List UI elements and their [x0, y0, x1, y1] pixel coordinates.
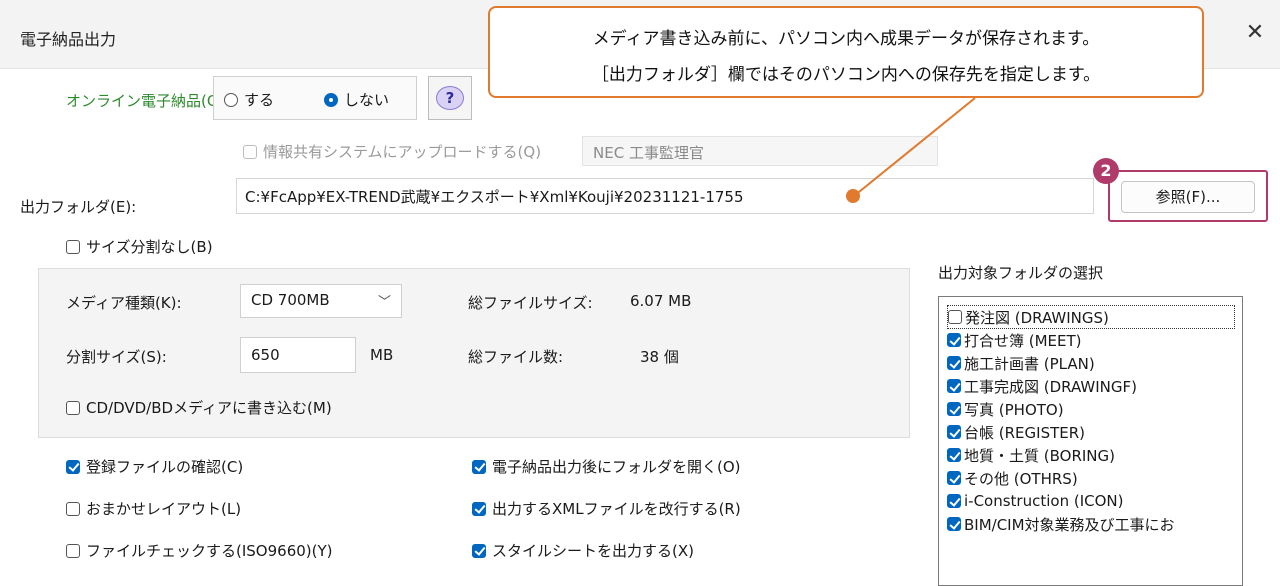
folder-item-photo-checkbox[interactable]: [947, 402, 961, 416]
option-stylesheet-label: スタイルシートを出力する(X): [492, 542, 694, 560]
folder-item-bimcim[interactable]: BIM/CIM対象業務及び工事にお: [947, 513, 1175, 535]
folder-select-label: 出力対象フォルダの選択: [938, 264, 1104, 282]
option-xml-newline[interactable]: 出力するXMLファイルを改行する(R): [472, 498, 741, 519]
no-size-split-checkbox[interactable]: [66, 239, 80, 254]
write-media-option[interactable]: CD/DVD/BDメディアに書き込む(M): [66, 397, 332, 418]
chevron-down-icon: ﹀: [377, 295, 391, 310]
write-media-checkbox[interactable]: [66, 400, 80, 415]
folder-item-meet-label: 打合せ簿 (MEET): [964, 331, 1082, 350]
option-stylesheet-checkbox[interactable]: [472, 543, 486, 558]
folder-item-register[interactable]: 台帳 (REGISTER): [947, 421, 1085, 443]
folder-item-boring-checkbox[interactable]: [947, 448, 961, 462]
split-size-label: 分割サイズ(S):: [66, 348, 167, 366]
total-size-label: 総ファイルサイズ:: [468, 294, 593, 312]
folder-item-icon[interactable]: i-Construction (ICON): [947, 490, 1124, 512]
folder-item-plan-label: 施工計画書 (PLAN): [964, 354, 1095, 373]
folder-select-list[interactable]: 発注図 (DRAWINGS) 打合せ簿 (MEET) 施工計画書 (PLAN) …: [938, 296, 1243, 586]
folder-item-plan-checkbox[interactable]: [947, 356, 961, 370]
folder-item-photo[interactable]: 写真 (PHOTO): [947, 398, 1064, 420]
folder-item-boring-label: 地質・土質 (BORING): [964, 446, 1115, 465]
folder-item-photo-label: 写真 (PHOTO): [964, 400, 1064, 419]
folder-item-othrs[interactable]: その他 (OTHRS): [947, 467, 1078, 489]
total-size-value: 6.07 MB: [630, 292, 692, 310]
folder-item-boring[interactable]: 地質・土質 (BORING): [947, 444, 1115, 466]
folder-item-bimcim-checkbox[interactable]: [947, 517, 961, 531]
media-type-label: メディア種類(K):: [66, 294, 182, 312]
folder-item-othrs-checkbox[interactable]: [947, 471, 961, 485]
option-register-check-label: 登録ファイルの確認(C): [86, 458, 244, 476]
folder-item-meet-checkbox[interactable]: [947, 333, 961, 347]
folder-item-othrs-label: その他 (OTHRS): [964, 469, 1078, 488]
option-open-folder-label: 電子納品出力後にフォルダを開く(O): [492, 458, 741, 476]
option-open-folder[interactable]: 電子納品出力後にフォルダを開く(O): [472, 456, 741, 477]
media-type-value: CD 700MB: [251, 291, 330, 309]
split-size-input[interactable]: 650: [240, 337, 356, 373]
write-media-label: CD/DVD/BDメディアに書き込む(M): [86, 399, 332, 417]
split-size-unit: MB: [370, 346, 394, 364]
option-iso9660-label: ファイルチェックする(ISO9660)(Y): [86, 542, 333, 560]
option-auto-layout[interactable]: おまかせレイアウト(L): [66, 498, 241, 519]
folder-item-plan[interactable]: 施工計画書 (PLAN): [947, 352, 1095, 374]
option-iso9660-checkbox[interactable]: [66, 543, 80, 558]
option-iso9660[interactable]: ファイルチェックする(ISO9660)(Y): [66, 540, 333, 561]
folder-item-register-checkbox[interactable]: [947, 425, 961, 439]
folder-item-drawingf-checkbox[interactable]: [947, 379, 961, 393]
option-auto-layout-checkbox[interactable]: [66, 501, 80, 516]
option-register-check-checkbox[interactable]: [66, 459, 80, 474]
option-xml-newline-label: 出力するXMLファイルを改行する(R): [492, 500, 741, 518]
option-xml-newline-checkbox[interactable]: [472, 501, 486, 516]
option-auto-layout-label: おまかせレイアウト(L): [86, 500, 242, 518]
folder-item-drawings-checkbox[interactable]: [948, 310, 962, 324]
total-count-value: 38 個: [640, 348, 679, 366]
folder-item-icon-label: i-Construction (ICON): [964, 492, 1124, 510]
option-open-folder-checkbox[interactable]: [472, 459, 486, 474]
total-count-label: 総ファイル数:: [468, 348, 564, 366]
folder-item-icon-checkbox[interactable]: [947, 494, 961, 508]
callout-target-dot: [846, 189, 860, 203]
folder-item-drawings-label: 発注図 (DRAWINGS): [965, 308, 1109, 327]
folder-item-drawingf[interactable]: 工事完成図 (DRAWINGF): [947, 375, 1137, 397]
no-size-split-label: サイズ分割なし(B): [86, 238, 213, 256]
option-stylesheet[interactable]: スタイルシートを出力する(X): [472, 540, 694, 561]
folder-item-drawingf-label: 工事完成図 (DRAWINGF): [964, 377, 1138, 396]
folder-item-meet[interactable]: 打合せ簿 (MEET): [947, 329, 1082, 351]
folder-item-bimcim-label: BIM/CIM対象業務及び工事にお: [964, 515, 1175, 534]
option-register-check[interactable]: 登録ファイルの確認(C): [66, 456, 243, 477]
media-type-select[interactable]: CD 700MB ﹀: [240, 284, 402, 318]
folder-item-register-label: 台帳 (REGISTER): [964, 423, 1086, 442]
folder-item-drawings[interactable]: 発注図 (DRAWINGS): [947, 305, 1235, 329]
no-size-split-option[interactable]: サイズ分割なし(B): [66, 236, 213, 257]
